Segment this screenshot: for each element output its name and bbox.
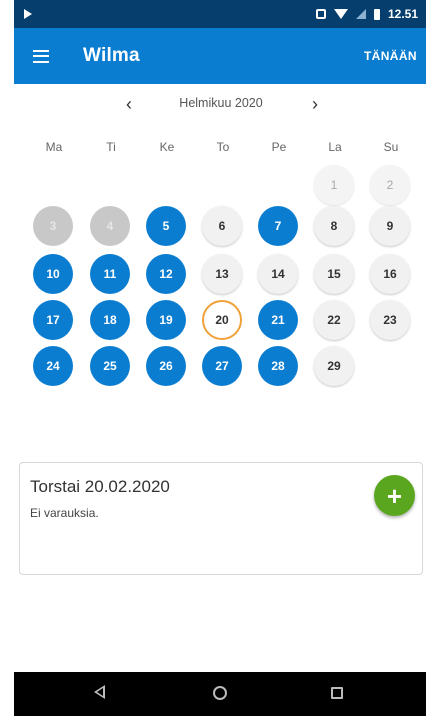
chevron-right-icon[interactable]: › xyxy=(305,93,325,115)
calendar-day[interactable]: 8 xyxy=(314,206,354,246)
weekday-label: Ma xyxy=(45,140,63,154)
weekday-label: Pe xyxy=(271,140,287,154)
calendar-day[interactable]: 26 xyxy=(146,346,186,386)
chevron-left-icon[interactable]: ‹ xyxy=(119,93,139,115)
add-event-button[interactable]: + xyxy=(374,475,415,516)
home-icon[interactable] xyxy=(213,686,227,700)
calendar-day[interactable]: 29 xyxy=(314,346,354,386)
calendar-day[interactable]: 22 xyxy=(314,300,354,340)
calendar-day[interactable]: 20 xyxy=(202,300,242,340)
weekday-label: To xyxy=(216,140,230,154)
calendar-day[interactable]: 10 xyxy=(33,254,73,294)
back-icon[interactable] xyxy=(94,685,105,699)
calendar-day[interactable]: 6 xyxy=(202,206,242,246)
calendar-day[interactable]: 25 xyxy=(90,346,130,386)
calendar-day[interactable]: 9 xyxy=(370,206,410,246)
app-title: Wilma xyxy=(83,45,140,66)
calendar-day[interactable]: 11 xyxy=(90,254,130,294)
calendar-day[interactable]: 7 xyxy=(258,206,298,246)
calendar-day[interactable]: 19 xyxy=(146,300,186,340)
calendar-day[interactable]: 14 xyxy=(258,254,298,294)
calendar-day[interactable]: 23 xyxy=(370,300,410,340)
calendar-day[interactable]: 17 xyxy=(33,300,73,340)
vibrate-icon xyxy=(315,9,326,19)
calendar-day[interactable]: 12 xyxy=(146,254,186,294)
calendar-day[interactable]: 3 xyxy=(33,206,73,246)
recent-apps-icon[interactable] xyxy=(331,687,343,699)
selected-date-title: Torstai 20.02.2020 xyxy=(30,477,170,496)
calendar-day[interactable]: 5 xyxy=(146,206,186,246)
calendar-day[interactable]: 27 xyxy=(202,346,242,386)
app-bar: Wilma TÄNÄÄN xyxy=(14,28,426,84)
android-navigation-bar xyxy=(14,672,426,716)
hamburger-menu-icon[interactable] xyxy=(33,49,49,63)
weekday-header: Ma Ti Ke To Pe La Su xyxy=(14,140,426,158)
status-bar: 12.51 xyxy=(14,0,426,28)
calendar-day[interactable]: 4 xyxy=(90,206,130,246)
plus-icon: + xyxy=(386,480,403,511)
calendar-day[interactable]: 16 xyxy=(370,254,410,294)
calendar-day[interactable]: 21 xyxy=(258,300,298,340)
status-time: 12.51 xyxy=(387,7,418,21)
calendar-day[interactable]: 1 xyxy=(314,165,354,205)
signal-icon xyxy=(355,9,366,19)
today-button[interactable]: TÄNÄÄN xyxy=(364,49,417,63)
calendar-day[interactable]: 18 xyxy=(90,300,130,340)
play-store-icon xyxy=(24,9,32,19)
no-reservations-text: Ei varauksia. xyxy=(30,506,99,520)
weekday-label: La xyxy=(328,140,342,154)
battery-icon xyxy=(373,8,380,20)
weekday-label: Su xyxy=(383,140,399,154)
wifi-icon xyxy=(333,9,348,19)
calendar-day[interactable]: 24 xyxy=(33,346,73,386)
weekday-label: Ti xyxy=(106,140,116,154)
calendar-day[interactable]: 13 xyxy=(202,254,242,294)
calendar-day[interactable]: 2 xyxy=(370,165,410,205)
calendar-day[interactable]: 15 xyxy=(314,254,354,294)
calendar-day[interactable]: 28 xyxy=(258,346,298,386)
day-details-card: Torstai 20.02.2020 Ei varauksia. + xyxy=(19,462,423,575)
month-navigation: ‹ Helmikuu 2020 › xyxy=(14,92,426,118)
month-label: Helmikuu 2020 xyxy=(179,96,263,110)
weekday-label: Ke xyxy=(159,140,175,154)
